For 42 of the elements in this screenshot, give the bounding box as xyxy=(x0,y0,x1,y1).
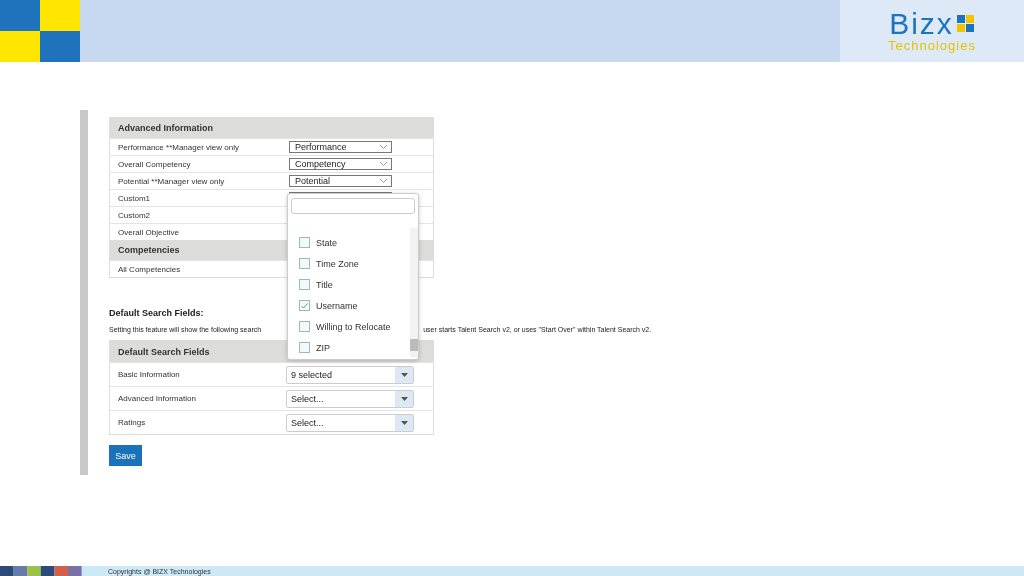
checkbox[interactable] xyxy=(299,342,310,353)
logo-name: Bizx xyxy=(889,9,954,39)
save-button[interactable]: Save xyxy=(109,445,142,466)
field-label: Custom1 xyxy=(118,193,151,203)
search-field[interactable] xyxy=(291,198,415,214)
dropdown-option[interactable]: Willing to Relocate xyxy=(299,316,410,337)
field-label: Ratings xyxy=(118,418,147,427)
select-field[interactable]: Select... xyxy=(286,389,414,408)
checkbox[interactable] xyxy=(299,258,310,269)
field-label: Overall Competency xyxy=(118,159,192,169)
footer-squares-icon xyxy=(0,566,82,576)
chevron-down-icon xyxy=(379,161,388,167)
select-field[interactable]: Select... xyxy=(286,413,414,432)
checkbox[interactable] xyxy=(299,300,310,311)
scrollbar[interactable] xyxy=(410,228,418,357)
section-header: Advanced Information xyxy=(110,118,433,138)
chevron-down-icon xyxy=(379,178,388,184)
select-field[interactable]: Competency xyxy=(289,158,392,170)
field-label: Basic Information xyxy=(118,370,181,379)
section-heading: Default Search Fields: xyxy=(109,308,205,318)
field-label: Advanced Information xyxy=(118,394,197,403)
field-label: All Competencies xyxy=(118,264,182,274)
field-label: Performance **Manager view only xyxy=(118,142,240,152)
caret-down-icon xyxy=(400,372,408,377)
select-field[interactable]: Potential xyxy=(289,175,392,187)
dropdown-option[interactable]: Title xyxy=(299,274,410,295)
select-field[interactable]: Performance xyxy=(289,141,392,153)
checkbox[interactable] xyxy=(299,321,310,332)
field-label: Custom2 xyxy=(118,210,151,220)
logo-squares-icon xyxy=(0,0,80,62)
logo-squares-icon xyxy=(956,15,975,33)
checkbox[interactable] xyxy=(299,279,310,290)
field-label: Potential **Manager view only xyxy=(118,176,226,186)
check-icon xyxy=(301,302,308,309)
select-field[interactable]: 9 selected xyxy=(286,365,414,384)
logo-tagline: Technologies xyxy=(888,39,976,53)
caret-down-icon xyxy=(400,396,408,401)
dropdown-option[interactable]: Username xyxy=(299,295,410,316)
chevron-down-icon xyxy=(379,144,388,150)
field-label: Overall Objective xyxy=(118,227,180,237)
checkbox[interactable] xyxy=(299,237,310,248)
caret-down-icon xyxy=(400,420,408,425)
